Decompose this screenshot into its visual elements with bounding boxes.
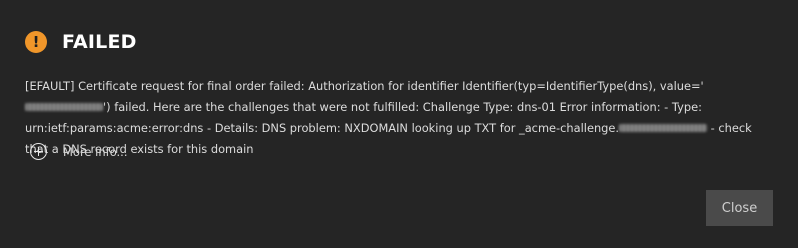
plus-circle-icon[interactable] xyxy=(30,143,47,160)
dialog-header: ! FAILED xyxy=(25,28,137,56)
error-dialog: ! FAILED [EFAULT] Certificate request fo… xyxy=(0,0,798,248)
redacted-domain xyxy=(619,123,708,132)
error-message: [EFAULT] Certificate request for final o… xyxy=(25,76,775,160)
close-button[interactable]: Close xyxy=(706,190,773,226)
more-info-label[interactable]: More info... xyxy=(63,145,128,159)
more-info-toggle[interactable]: More info... xyxy=(30,143,128,160)
warning-icon: ! xyxy=(25,31,47,53)
dialog-title: FAILED xyxy=(62,31,137,53)
error-message-part-2: ') failed. Here are the challenges that … xyxy=(25,100,702,135)
redacted-value xyxy=(25,102,103,111)
error-message-part-1: [EFAULT] Certificate request for final o… xyxy=(25,79,704,93)
